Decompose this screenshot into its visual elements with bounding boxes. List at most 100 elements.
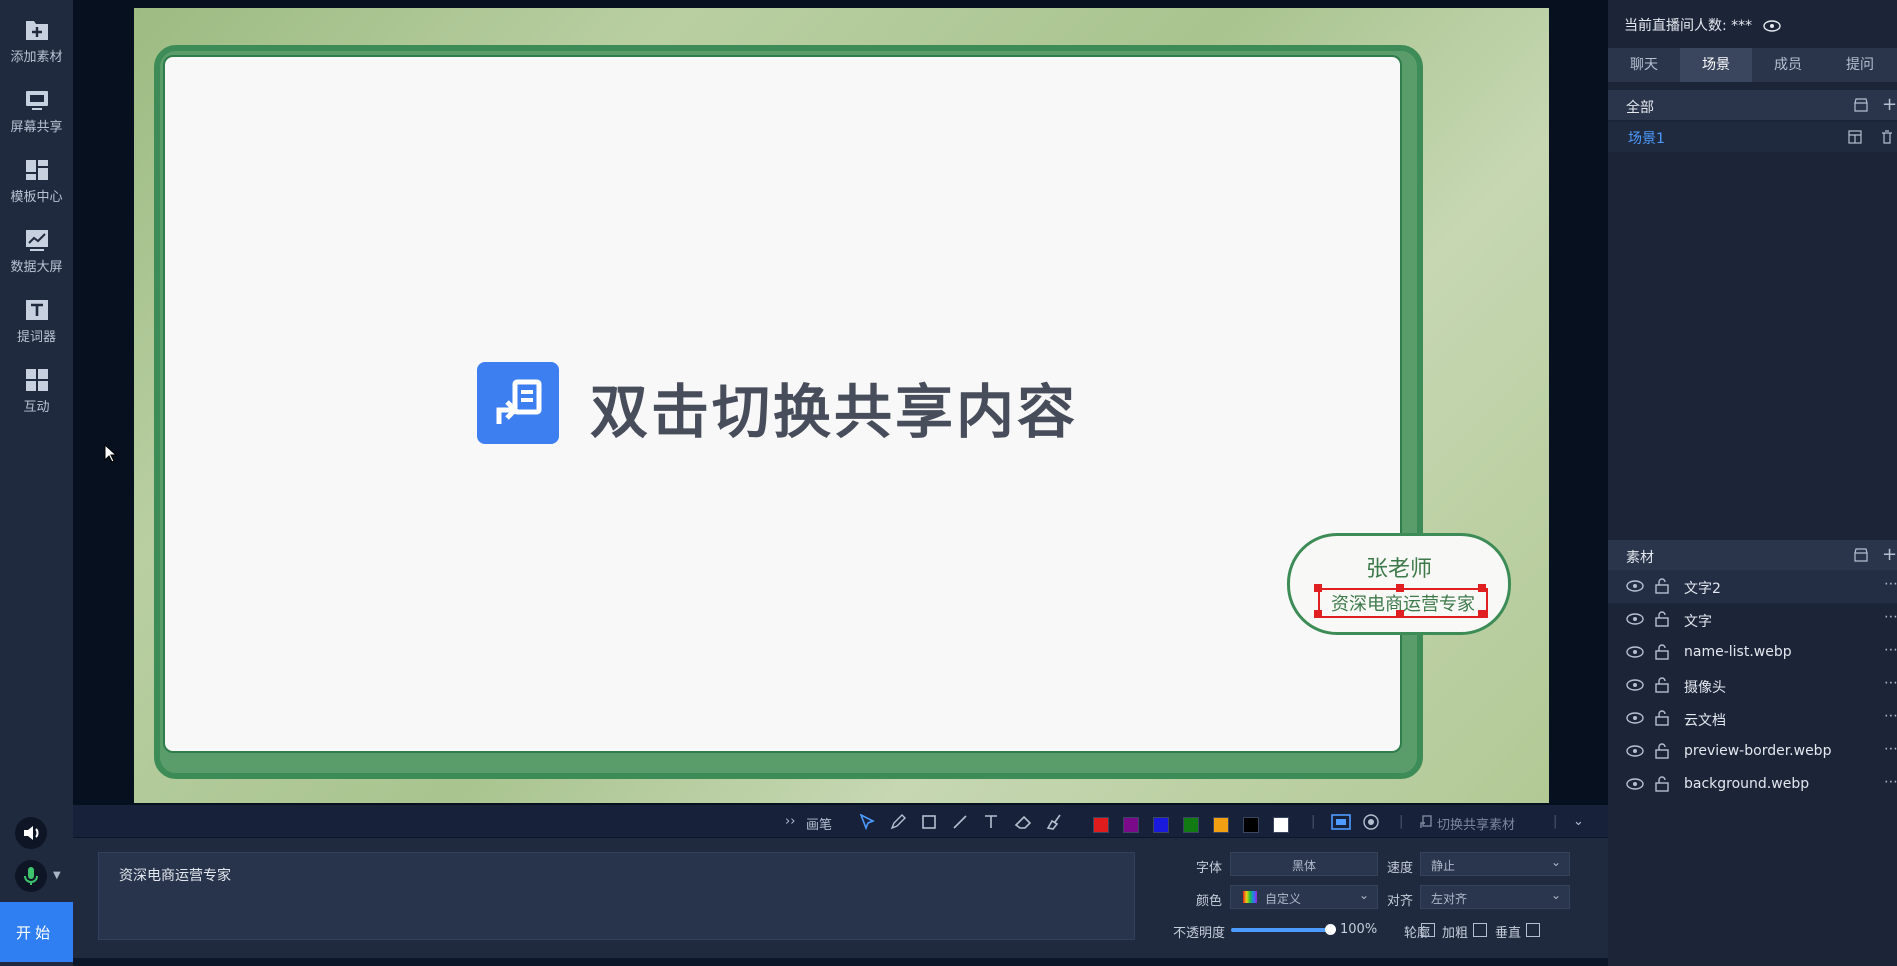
more-options-icon[interactable]: ⋯ bbox=[1884, 609, 1897, 625]
volume-button[interactable] bbox=[15, 817, 47, 849]
resize-handle[interactable] bbox=[1478, 610, 1486, 618]
tab-members[interactable]: 成员 bbox=[1752, 48, 1824, 82]
microphone-button[interactable] bbox=[15, 860, 47, 892]
more-options-icon[interactable]: ⋯ bbox=[1884, 576, 1897, 592]
material-item[interactable]: 摄像头 ⋯ bbox=[1608, 669, 1897, 702]
align-label: 对齐 bbox=[1387, 894, 1414, 909]
more-options-icon[interactable]: ⋯ bbox=[1884, 642, 1897, 658]
color-select[interactable]: 自定义 ⌄ bbox=[1230, 885, 1378, 909]
scene-item[interactable]: 场景1 bbox=[1608, 122, 1897, 152]
start-live-button[interactable]: 开 始 bbox=[0, 902, 73, 962]
scene-store-icon[interactable] bbox=[1854, 98, 1868, 112]
pencil-tool-icon[interactable] bbox=[890, 814, 906, 830]
text-tool-icon[interactable] bbox=[983, 814, 999, 830]
material-item[interactable]: background.webp ⋯ bbox=[1608, 768, 1897, 801]
scene-layout-icon[interactable] bbox=[1848, 130, 1862, 144]
add-scene-icon[interactable]: + bbox=[1882, 94, 1897, 115]
opacity-slider-track[interactable] bbox=[1231, 924, 1336, 935]
teleprompter-icon bbox=[25, 300, 48, 320]
resize-handle[interactable] bbox=[1478, 584, 1486, 592]
text-content-input[interactable]: 资深电商运营专家 bbox=[98, 852, 1135, 940]
color-swatch-blue[interactable] bbox=[1153, 817, 1169, 833]
mouse-cursor-icon bbox=[104, 444, 118, 463]
bold-checkbox[interactable] bbox=[1473, 923, 1487, 937]
unlock-icon[interactable] bbox=[1654, 677, 1670, 693]
unlock-icon[interactable] bbox=[1654, 710, 1670, 726]
resize-handle[interactable] bbox=[1396, 584, 1404, 592]
expand-icon[interactable]: ›› bbox=[785, 814, 795, 830]
resize-handle[interactable] bbox=[1314, 610, 1322, 618]
material-item[interactable]: 文字 ⋯ bbox=[1608, 603, 1897, 636]
delete-scene-icon[interactable] bbox=[1880, 130, 1894, 144]
align-select[interactable]: 左对齐 ⌄ bbox=[1420, 885, 1570, 909]
sidebar-item-teleprompter[interactable]: 提词器 bbox=[0, 280, 73, 346]
more-options-icon[interactable]: ⋯ bbox=[1884, 741, 1897, 757]
color-swatch-green[interactable] bbox=[1183, 817, 1199, 833]
color-swatch-black[interactable] bbox=[1243, 817, 1259, 833]
vertical-checkbox[interactable] bbox=[1526, 923, 1540, 937]
visibility-eye-icon[interactable] bbox=[1626, 613, 1644, 625]
opacity-slider-thumb[interactable] bbox=[1325, 924, 1336, 935]
color-swatch-white[interactable] bbox=[1273, 817, 1289, 833]
resize-handle[interactable] bbox=[1314, 584, 1322, 592]
eraser-tool-icon[interactable] bbox=[1014, 814, 1032, 830]
screen-mode-icon[interactable] bbox=[1331, 814, 1351, 830]
visibility-eye-icon[interactable] bbox=[1626, 679, 1644, 691]
add-material-icon[interactable]: + bbox=[1882, 544, 1897, 565]
name-card[interactable]: 张老师 资深电商运营专家 bbox=[1287, 533, 1511, 635]
font-select[interactable]: 黑体 bbox=[1230, 852, 1378, 876]
drawing-toolbar: ›› 画笔 | | 切换共享素材 | ⌄ bbox=[73, 805, 1608, 838]
sidebar-item-label: 模板中心 bbox=[10, 190, 63, 205]
materials-header: 素材 + bbox=[1608, 540, 1897, 570]
material-store-icon[interactable] bbox=[1854, 548, 1868, 562]
visibility-eye-icon[interactable] bbox=[1626, 712, 1644, 724]
opacity-value: 100% bbox=[1340, 922, 1378, 937]
material-item[interactable]: 文字2 ⋯ bbox=[1608, 570, 1897, 603]
switch-share-material-button[interactable]: 切换共享素材 bbox=[1437, 814, 1515, 833]
sidebar-item-add-material[interactable]: 添加素材 bbox=[0, 0, 73, 66]
pointer-tool-icon[interactable] bbox=[859, 814, 875, 830]
material-item[interactable]: 云文档 ⋯ bbox=[1608, 702, 1897, 735]
mic-dropdown-arrow-icon[interactable]: ▼ bbox=[53, 870, 61, 881]
add-material-icon bbox=[25, 21, 48, 40]
sidebar-item-label: 屏幕共享 bbox=[10, 120, 63, 135]
visibility-eye-icon[interactable] bbox=[1626, 778, 1644, 790]
color-swatch-purple[interactable] bbox=[1123, 817, 1139, 833]
unlock-icon[interactable] bbox=[1654, 578, 1670, 594]
eye-icon[interactable] bbox=[1762, 20, 1781, 32]
collapse-toolbar-icon[interactable]: ⌄ bbox=[1573, 814, 1584, 830]
sidebar-item-template[interactable]: 模板中心 bbox=[0, 140, 73, 206]
visibility-eye-icon[interactable] bbox=[1626, 646, 1644, 658]
resize-handle[interactable] bbox=[1396, 610, 1404, 618]
rectangle-tool-icon[interactable] bbox=[921, 814, 937, 830]
clear-brush-icon[interactable] bbox=[1045, 814, 1063, 830]
color-swatch-orange[interactable] bbox=[1213, 817, 1229, 833]
unlock-icon[interactable] bbox=[1654, 611, 1670, 627]
tab-scene[interactable]: 场景 bbox=[1680, 48, 1752, 82]
unlock-icon[interactable] bbox=[1654, 776, 1670, 792]
material-item[interactable]: name-list.webp ⋯ bbox=[1608, 636, 1897, 669]
outline-checkbox[interactable] bbox=[1421, 923, 1435, 937]
tab-chat[interactable]: 聊天 bbox=[1608, 48, 1680, 82]
material-item[interactable]: preview-border.webp ⋯ bbox=[1608, 735, 1897, 768]
sidebar-item-screen-share[interactable]: 屏幕共享 bbox=[0, 70, 73, 136]
tab-questions[interactable]: 提问 bbox=[1824, 48, 1896, 82]
more-options-icon[interactable]: ⋯ bbox=[1884, 774, 1897, 790]
color-label: 颜色 bbox=[1196, 894, 1223, 909]
unlock-icon[interactable] bbox=[1654, 644, 1670, 660]
color-swatch-red[interactable] bbox=[1093, 817, 1109, 833]
speed-select[interactable]: 静止 ⌄ bbox=[1420, 852, 1570, 876]
sidebar-item-data-screen[interactable]: 数据大屏 bbox=[0, 210, 73, 276]
unlock-icon[interactable] bbox=[1654, 743, 1670, 759]
chevron-down-icon: ⌄ bbox=[1358, 888, 1369, 902]
brush-label[interactable]: 画笔 bbox=[806, 814, 832, 833]
material-item-label: 文字2 bbox=[1684, 581, 1721, 597]
line-tool-icon[interactable] bbox=[952, 814, 968, 830]
record-icon[interactable] bbox=[1363, 814, 1379, 830]
more-options-icon[interactable]: ⋯ bbox=[1884, 708, 1897, 724]
interaction-icon bbox=[25, 369, 48, 391]
more-options-icon[interactable]: ⋯ bbox=[1884, 675, 1897, 691]
visibility-eye-icon[interactable] bbox=[1626, 745, 1644, 757]
sidebar-item-interaction[interactable]: 互动 bbox=[0, 350, 73, 416]
visibility-eye-icon[interactable] bbox=[1626, 580, 1644, 592]
